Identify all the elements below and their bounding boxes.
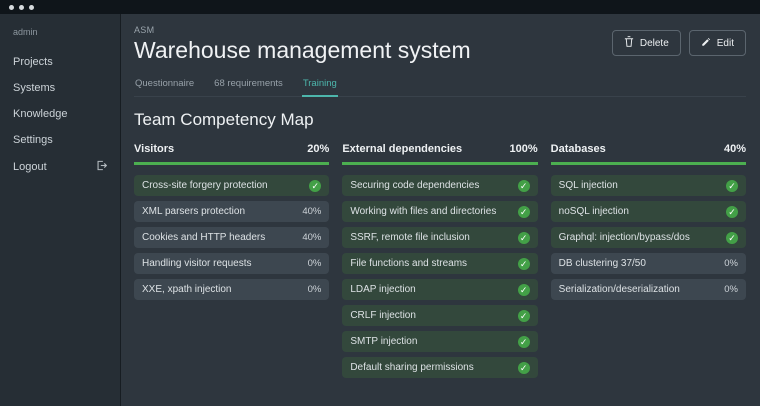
- check-icon: ✓: [726, 180, 738, 192]
- edit-button-label: Edit: [717, 38, 734, 49]
- column-title: Visitors: [134, 143, 174, 155]
- window-dot[interactable]: [19, 5, 24, 10]
- tab-requirements[interactable]: 68 requirements: [213, 73, 284, 96]
- column-title: External dependencies: [342, 143, 462, 155]
- sidebar-item-label: Knowledge: [13, 108, 67, 120]
- competency-item[interactable]: Default sharing permissions ✓: [342, 357, 537, 378]
- sidebar-item-label: Logout: [13, 161, 47, 173]
- competency-column: Databases40%SQL injection✓noSQL injectio…: [551, 143, 746, 305]
- column-percent: 40%: [724, 143, 746, 155]
- trash-icon: [624, 36, 634, 50]
- column-percent: 100%: [510, 143, 538, 155]
- tab-questionnaire[interactable]: Questionnaire: [134, 73, 195, 96]
- competency-item[interactable]: Handling visitor requests 0%: [134, 253, 329, 274]
- competency-item-label: Default sharing permissions: [350, 362, 473, 373]
- window-dot[interactable]: [29, 5, 34, 10]
- delete-button[interactable]: Delete: [612, 30, 681, 56]
- check-icon: ✓: [518, 206, 530, 218]
- sidebar-item-settings[interactable]: Settings: [0, 127, 120, 153]
- check-icon: ✓: [726, 232, 738, 244]
- competency-item[interactable]: SQL injection ✓: [551, 175, 746, 196]
- competency-item[interactable]: Securing code dependencies ✓: [342, 175, 537, 196]
- window-dot[interactable]: [9, 5, 14, 10]
- check-icon: ✓: [518, 362, 530, 374]
- competency-item[interactable]: Working with files and directories ✓: [342, 201, 537, 222]
- sidebar-item-label: Projects: [13, 56, 53, 68]
- sidebar-item-label: Systems: [13, 82, 55, 94]
- competency-item-label: SMTP injection: [350, 336, 417, 347]
- competency-item[interactable]: SSRF, remote file inclusion ✓: [342, 227, 537, 248]
- competency-item-label: Graphql: injection/bypass/dos: [559, 232, 690, 243]
- competency-item-label: DB clustering 37/50: [559, 258, 646, 269]
- competency-item[interactable]: XXE, xpath injection 0%: [134, 279, 329, 300]
- competency-item[interactable]: XML parsers protection 40%: [134, 201, 329, 222]
- competency-item[interactable]: SMTP injection ✓: [342, 331, 537, 352]
- competency-item[interactable]: LDAP injection ✓: [342, 279, 537, 300]
- check-icon: ✓: [518, 258, 530, 270]
- sidebar-user: admin: [0, 27, 120, 49]
- column-header: Databases 40%: [551, 143, 746, 165]
- competency-item[interactable]: noSQL injection ✓: [551, 201, 746, 222]
- competency-item-percent: 40%: [302, 232, 321, 243]
- page-title: Warehouse management system: [134, 37, 471, 64]
- section-title: Team Competency Map: [134, 110, 746, 130]
- column-percent: 20%: [307, 143, 329, 155]
- column-header: Visitors 20%: [134, 143, 329, 165]
- check-icon: ✓: [726, 206, 738, 218]
- tab-training[interactable]: Training: [302, 73, 338, 97]
- competency-item-label: SQL injection: [559, 180, 618, 191]
- sidebar-item-knowledge[interactable]: Knowledge: [0, 101, 120, 127]
- check-icon: ✓: [518, 232, 530, 244]
- competency-item-label: Cookies and HTTP headers: [142, 232, 265, 243]
- competency-item-label: XML parsers protection: [142, 206, 245, 217]
- competency-item-label: Cross-site forgery protection: [142, 180, 268, 191]
- delete-button-label: Delete: [640, 38, 669, 49]
- competency-item-percent: 0%: [724, 284, 738, 295]
- competency-item-label: SSRF, remote file inclusion: [350, 232, 470, 243]
- edit-button[interactable]: Edit: [689, 30, 746, 56]
- tab-bar: Questionnaire 68 requirements Training: [134, 73, 746, 97]
- check-icon: ✓: [518, 180, 530, 192]
- competency-column: External dependencies 100% Securing code d…: [342, 143, 537, 383]
- competency-item[interactable]: Graphql: injection/bypass/dos ✓: [551, 227, 746, 248]
- column-title: Databases: [551, 143, 606, 155]
- column-header: External dependencies 100%: [342, 143, 537, 165]
- competency-item-label: XXE, xpath injection: [142, 284, 232, 295]
- sidebar-item-logout[interactable]: Logout: [0, 153, 120, 181]
- check-icon: ✓: [518, 336, 530, 348]
- competency-item-percent: 0%: [308, 258, 322, 269]
- competency-columns: Visitors 20% Cross-site forgery protection…: [134, 143, 746, 383]
- competency-item-percent: 40%: [302, 206, 321, 217]
- check-icon: ✓: [518, 284, 530, 296]
- sidebar-item-label: Settings: [13, 134, 53, 146]
- competency-item[interactable]: Cookies and HTTP headers 40%: [134, 227, 329, 248]
- competency-item[interactable]: DB clustering 37/50 0%: [551, 253, 746, 274]
- competency-item-label: Securing code dependencies: [350, 180, 479, 191]
- competency-item-label: noSQL injection: [559, 206, 629, 217]
- pencil-icon: [701, 37, 711, 50]
- competency-column: Visitors 20% Cross-site forgery protection…: [134, 143, 329, 305]
- competency-item-label: CRLF injection: [350, 310, 416, 321]
- competency-item[interactable]: CRLF injection ✓: [342, 305, 537, 326]
- competency-item-percent: 0%: [724, 258, 738, 269]
- sidebar: admin Projects Systems Knowledge Setting…: [0, 14, 121, 406]
- competency-item-label: File functions and streams: [350, 258, 467, 269]
- competency-item-percent: 0%: [308, 284, 322, 295]
- competency-item-label: Working with files and directories: [350, 206, 496, 217]
- competency-item[interactable]: File functions and streams ✓: [342, 253, 537, 274]
- competency-item[interactable]: Serialization/deserialization 0%: [551, 279, 746, 300]
- check-icon: ✓: [518, 310, 530, 322]
- competency-item-label: LDAP injection: [350, 284, 415, 295]
- main-content: ASM Warehouse management system Delete: [121, 14, 760, 406]
- logout-icon: [96, 160, 107, 174]
- window-titlebar: [0, 0, 760, 14]
- competency-item-label: Serialization/deserialization: [559, 284, 680, 295]
- check-icon: ✓: [309, 180, 321, 192]
- competency-item[interactable]: Cross-site forgery protection ✓: [134, 175, 329, 196]
- breadcrumb: ASM: [134, 25, 471, 35]
- competency-item-label: Handling visitor requests: [142, 258, 252, 269]
- sidebar-item-systems[interactable]: Systems: [0, 75, 120, 101]
- sidebar-item-projects[interactable]: Projects: [0, 49, 120, 75]
